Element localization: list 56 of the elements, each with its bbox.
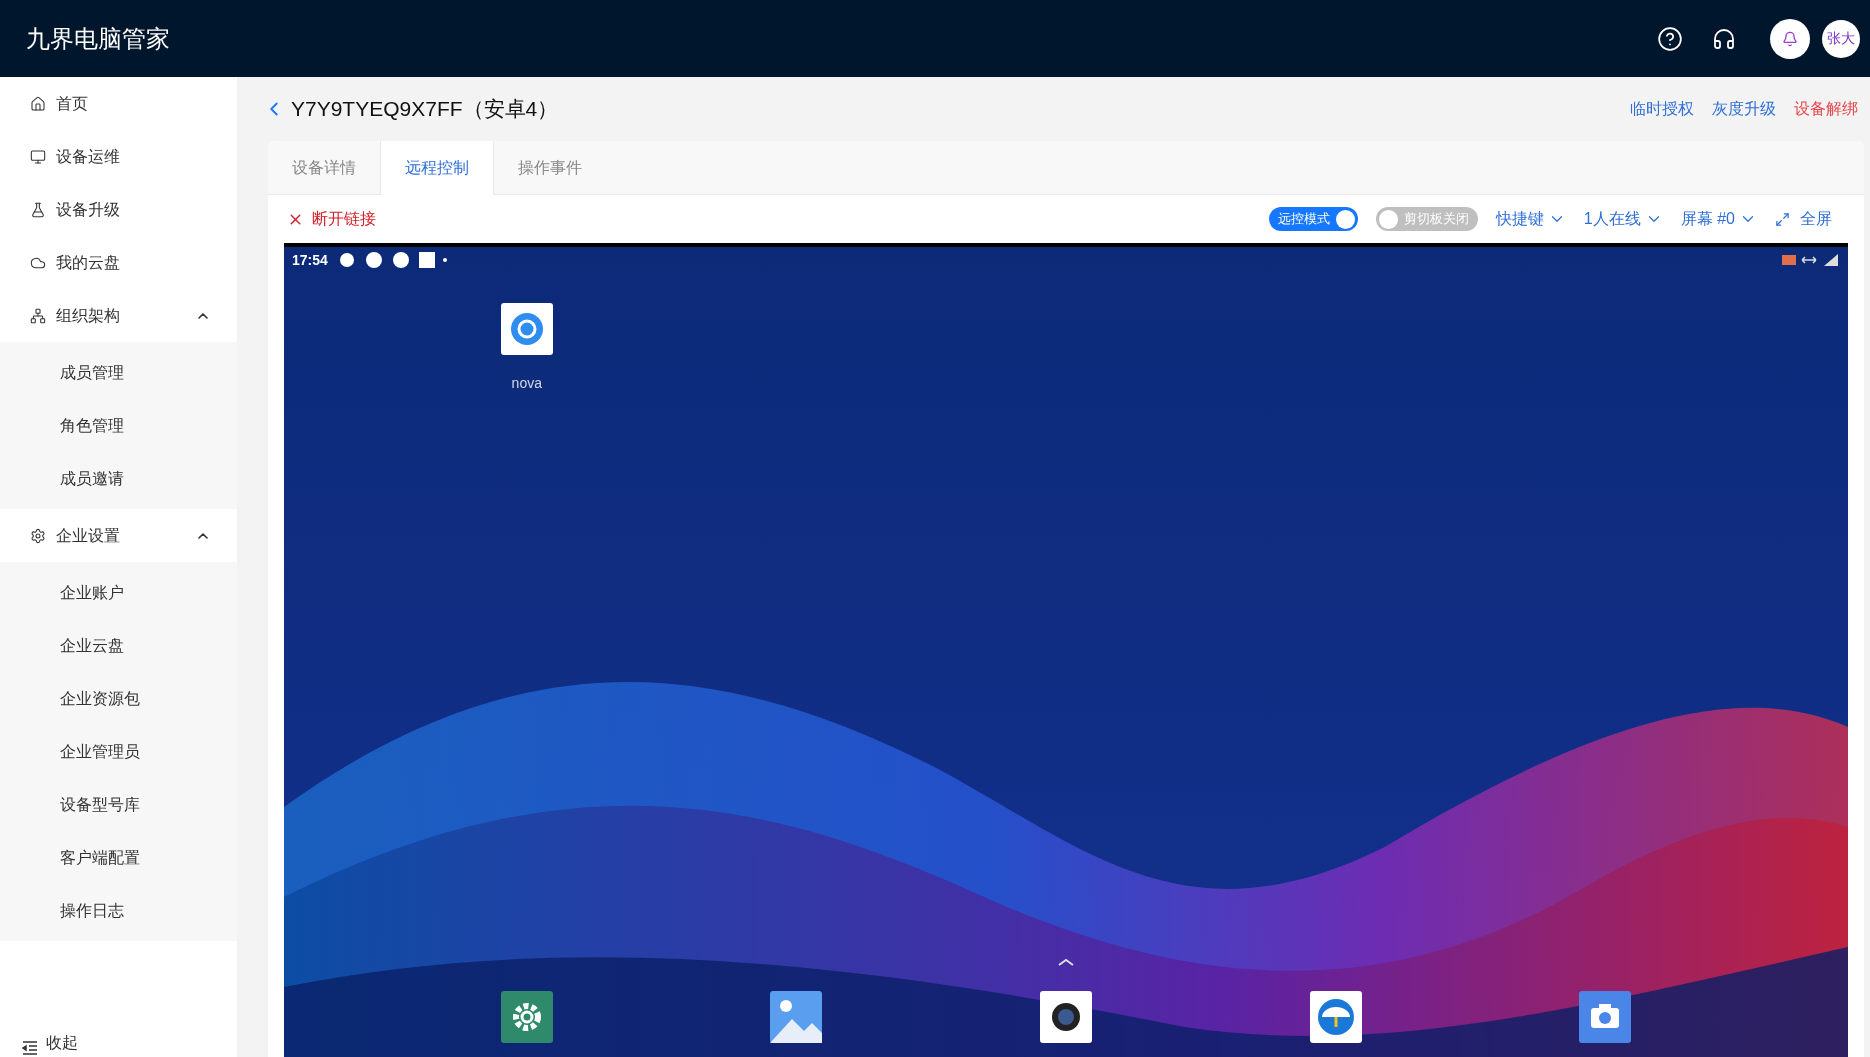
sidebar-item[interactable]: 设备运维 (0, 130, 237, 183)
monitor-icon (30, 148, 46, 165)
remote-screen[interactable]: 17:54 nova (284, 243, 1848, 1057)
page-title: Y7Y9TYEQ9X7FF（安卓4） (291, 96, 559, 123)
bell-icon (1782, 30, 1798, 47)
tab[interactable]: 设备详情 (268, 141, 380, 194)
expand-icon (1775, 211, 1790, 227)
sidebar-item[interactable]: 企业设置 (0, 509, 237, 562)
chevron-up-icon[interactable] (1056, 957, 1076, 967)
action-link[interactable]: 设备解绑 (1794, 97, 1858, 121)
sidebar-item[interactable]: 我的云盘 (0, 236, 237, 289)
collapse-button[interactable]: 收起 (0, 1017, 237, 1057)
submenu-item[interactable]: 企业云盘 (0, 619, 237, 672)
camera-lens-icon[interactable] (1040, 991, 1092, 1043)
system-status-icons-drawing (1780, 252, 1840, 268)
dropdown-button[interactable]: 快捷键 (1495, 207, 1566, 231)
collapse-icon (22, 1041, 38, 1055)
tab[interactable]: 操作事件 (494, 141, 606, 194)
submenu-item[interactable]: 企业管理员 (0, 725, 237, 778)
headphones-icon[interactable] (1712, 26, 1736, 51)
dropdown-button[interactable]: 屏幕 #0 (1680, 207, 1757, 231)
status-time: 17:54 (292, 250, 328, 270)
gear-icon (30, 527, 46, 544)
sidebar-item[interactable]: 设备升级 (0, 183, 237, 236)
user-avatar[interactable]: 张大 (1822, 19, 1860, 58)
submenu-item[interactable]: 成员邀请 (0, 452, 237, 505)
tab[interactable]: 远程控制 (380, 141, 494, 195)
app-title: 九界电脑管家 (26, 23, 170, 54)
submenu-item[interactable]: 设备型号库 (0, 778, 237, 831)
switch-knob (1378, 209, 1398, 229)
submenu-item[interactable]: 成员管理 (0, 346, 237, 399)
umbrella-icon[interactable] (1309, 991, 1362, 1043)
app-icon[interactable] (500, 303, 553, 355)
camera-icon[interactable] (1579, 991, 1632, 1043)
app-label: nova (511, 374, 542, 393)
sidebar-item[interactable]: 首页 (0, 77, 237, 130)
action-link[interactable]: 临时授权 (1630, 97, 1694, 121)
fullscreen-button[interactable]: 全屏 (1775, 207, 1846, 231)
network-icon (30, 307, 46, 324)
submenu-item[interactable]: 企业资源包 (0, 672, 237, 725)
dropdown-button[interactable]: 1人在线 (1583, 207, 1663, 231)
flask-icon (30, 201, 46, 218)
disconnect-button[interactable]: 断开链接 (287, 207, 376, 231)
home-icon (30, 95, 46, 112)
help-icon[interactable] (1657, 25, 1683, 52)
action-link[interactable]: 灰度升级 (1712, 97, 1776, 121)
submenu-item[interactable]: 企业账户 (0, 566, 237, 619)
settings-icon[interactable] (500, 991, 553, 1043)
notification-button[interactable] (1770, 18, 1810, 59)
submenu-item[interactable]: 客户端配置 (0, 831, 237, 884)
sidebar-item[interactable]: 组织架构 (0, 289, 237, 342)
toggle-switch[interactable]: 远控模式 (1268, 207, 1358, 231)
switch-knob (1335, 209, 1355, 229)
submenu-item[interactable]: 操作日志 (0, 884, 237, 937)
submenu-item[interactable]: 角色管理 (0, 399, 237, 452)
gallery-icon[interactable] (770, 991, 823, 1043)
